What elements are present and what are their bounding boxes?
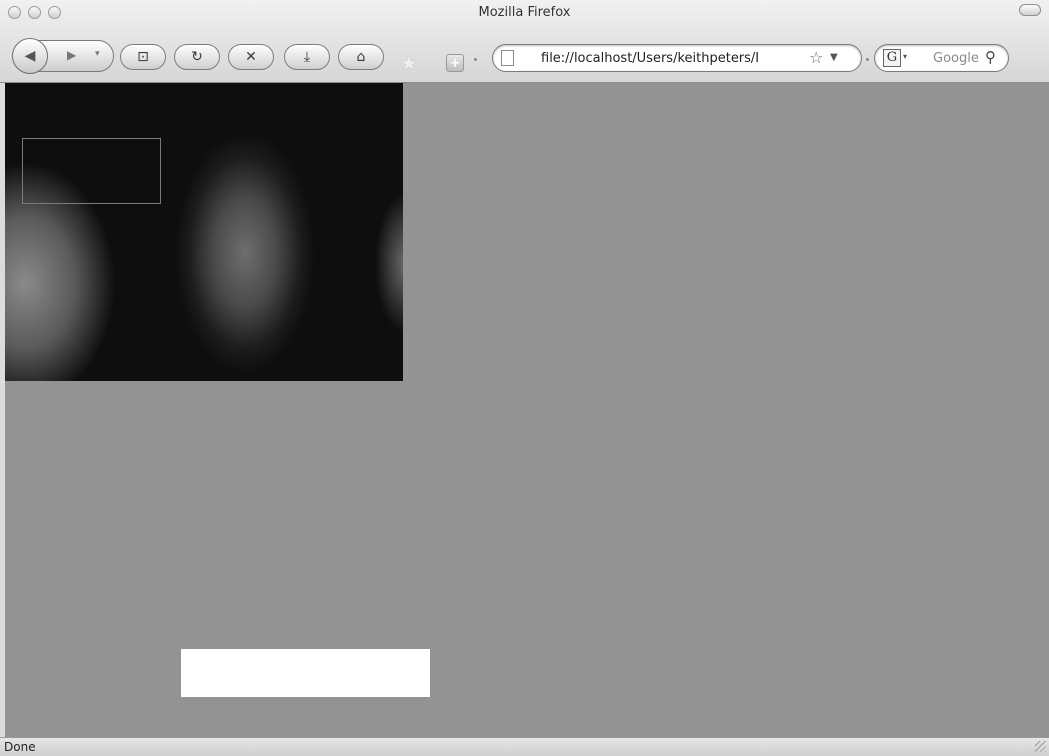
full-screen-icon: ⊡ xyxy=(137,49,149,65)
search-placeholder[interactable]: Google xyxy=(933,51,979,66)
search-engine-dropdown-icon[interactable]: ▾ xyxy=(903,52,907,61)
add-icon: + xyxy=(449,55,461,71)
forward-icon[interactable]: ▶ xyxy=(67,48,76,62)
page-icon xyxy=(501,50,514,66)
stop-icon: ✕ xyxy=(245,49,257,65)
toolbar-toggle-button[interactable] xyxy=(1019,4,1041,16)
browser-chrome: Mozilla Firefox ◀ ▶ ▾ ⊡ ↻ ✕ ⤓ ⌂ ★ + file… xyxy=(0,0,1049,83)
window-title: Mozilla Firefox xyxy=(478,5,571,20)
full-screen-button[interactable]: ⊡ xyxy=(120,44,166,70)
stop-button[interactable]: ✕ xyxy=(228,44,274,70)
url-bar[interactable]: file://localhost/Users/keithpeters/I ☆ ▼ xyxy=(492,44,862,72)
download-icon: ⤓ xyxy=(303,49,311,65)
browser-window: Mozilla Firefox ◀ ▶ ▾ ⊡ ↻ ✕ ⤓ ⌂ ★ + file… xyxy=(0,0,1049,756)
url-text[interactable]: file://localhost/Users/keithpeters/I xyxy=(541,51,806,66)
back-button[interactable]: ◀ xyxy=(12,38,48,74)
history-dropdown-icon[interactable]: ▾ xyxy=(95,49,100,59)
back-icon: ◀ xyxy=(24,48,36,64)
webcam-video xyxy=(5,83,403,381)
add-button[interactable]: + xyxy=(446,54,464,72)
page-content xyxy=(5,83,1049,737)
search-bar[interactable]: G ▾ Google ⚲ xyxy=(874,44,1009,72)
toolbar-separator xyxy=(866,58,869,61)
reload-button[interactable]: ↻ xyxy=(174,44,220,70)
white-rectangle xyxy=(181,649,430,697)
url-dropdown-icon[interactable]: ▼ xyxy=(830,52,838,63)
background-shape xyxy=(365,193,403,333)
url-star-icon[interactable]: ☆ xyxy=(809,48,823,67)
tracking-rectangle xyxy=(22,138,161,204)
status-text: Done xyxy=(4,740,36,754)
status-bar: Done xyxy=(0,737,1049,756)
magnifier-icon[interactable]: ⚲ xyxy=(985,48,996,66)
reload-icon: ↻ xyxy=(191,49,203,65)
home-button[interactable]: ⌂ xyxy=(338,44,384,70)
download-button[interactable]: ⤓ xyxy=(284,44,330,70)
bookmark-star-icon[interactable]: ★ xyxy=(400,51,418,75)
home-icon: ⌂ xyxy=(356,49,366,65)
resize-grip-icon[interactable] xyxy=(1035,741,1046,752)
back-forward-group: ◀ ▶ ▾ xyxy=(12,38,114,74)
toolbar-separator xyxy=(474,58,477,61)
google-icon[interactable]: G xyxy=(883,49,901,67)
